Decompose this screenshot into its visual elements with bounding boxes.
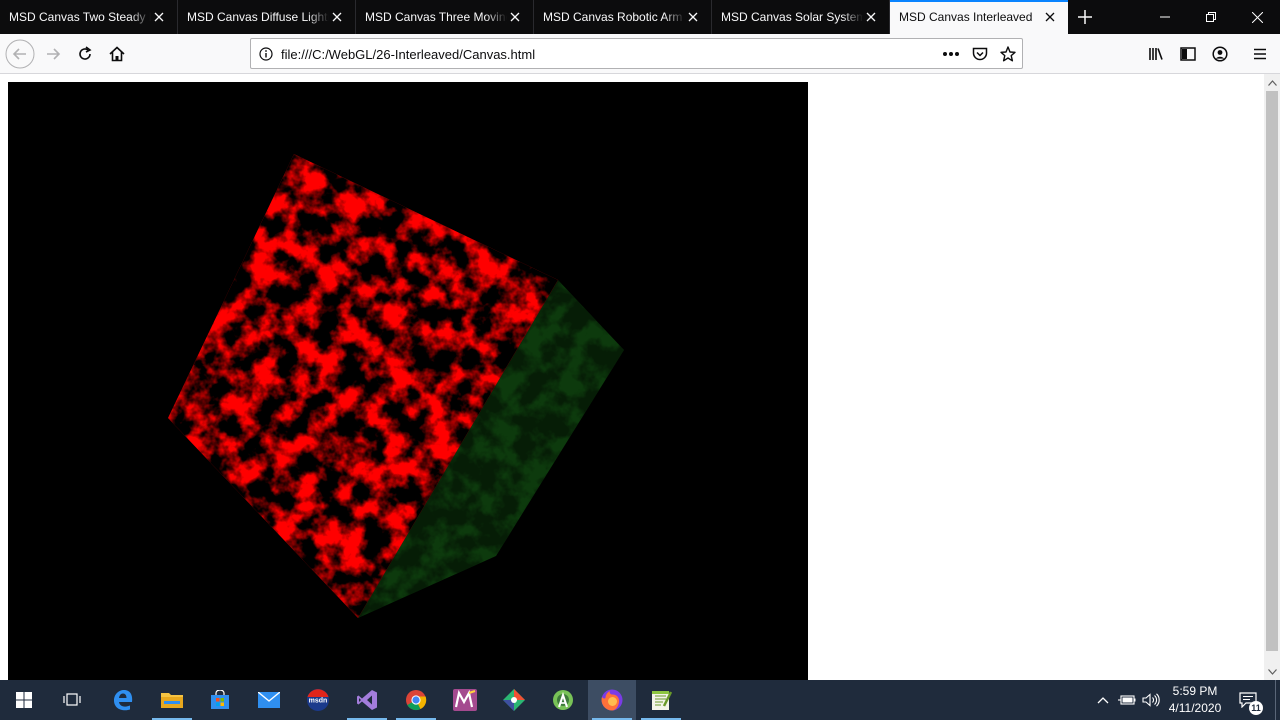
tab-label: MSD Canvas Diffuse Lighting [187, 10, 329, 24]
msdn-icon: msdn [307, 689, 329, 711]
mail-button[interactable] [245, 680, 293, 720]
forward-icon [47, 48, 61, 60]
tab-three-moving-lights[interactable]: MSD Canvas Three Moving Lights [356, 0, 534, 34]
navigation-toolbar: file:///C:/WebGL/26-Interleaved/Canvas.h… [0, 34, 1280, 74]
chrome-icon [406, 690, 427, 711]
battery-plug-icon [1118, 695, 1136, 705]
chrome-button[interactable] [392, 680, 440, 720]
volume-button[interactable] [1141, 690, 1161, 710]
library-button[interactable] [1140, 38, 1172, 70]
notepadpp-button[interactable] [637, 680, 685, 720]
close-icon [1251, 11, 1263, 23]
menu-button[interactable] [1244, 38, 1276, 70]
android-studio-icon [553, 690, 573, 710]
back-button[interactable] [4, 38, 36, 70]
webgl-canvas[interactable] [8, 82, 808, 680]
tab-label: MSD Canvas Two Steady Lights [9, 10, 151, 24]
chevron-up-icon [1097, 697, 1109, 704]
home-button[interactable] [101, 38, 133, 70]
windows-start-icon [16, 692, 32, 708]
menu-icon [1254, 48, 1266, 60]
notification-count-badge: 11 [1249, 701, 1263, 715]
git-icon [503, 689, 525, 711]
notepadpp-icon [652, 691, 672, 710]
close-tab-icon[interactable] [865, 11, 877, 23]
scrollbar-thumb[interactable] [1266, 91, 1278, 651]
minimize-icon [1160, 16, 1170, 18]
task-view-icon [63, 693, 81, 706]
info-icon[interactable] [257, 45, 275, 63]
close-tab-icon[interactable] [153, 11, 165, 23]
power-button[interactable] [1117, 690, 1137, 710]
close-tab-icon[interactable] [331, 11, 343, 23]
tab-two-steady-lights[interactable]: MSD Canvas Two Steady Lights [0, 0, 178, 34]
close-tab-icon[interactable] [687, 11, 699, 23]
clock-time: 5:59 PM [1172, 684, 1218, 698]
volume-icon [1142, 693, 1160, 707]
tab-solar-system[interactable]: MSD Canvas Solar System [712, 0, 890, 34]
store-icon [211, 690, 229, 709]
account-button[interactable] [1204, 38, 1236, 70]
url-text: file:///C:/WebGL/26-Interleaved/Canvas.h… [281, 47, 536, 62]
git-button[interactable] [490, 680, 538, 720]
tab-robotic-arm[interactable]: MSD Canvas Robotic Arm [534, 0, 712, 34]
file-explorer-button[interactable] [148, 680, 196, 720]
tab-label: MSD Canvas Interleaved [899, 10, 1033, 24]
firefox-button[interactable] [588, 680, 636, 720]
tab-diffuse-lighting[interactable]: MSD Canvas Diffuse Lighting [178, 0, 356, 34]
visual-studio-icon [357, 690, 377, 710]
msdn-label: msdn [309, 698, 328, 705]
reload-icon [79, 46, 92, 60]
tab-interleaved[interactable]: MSD Canvas Interleaved [890, 0, 1068, 34]
close-tab-icon[interactable] [1044, 11, 1056, 23]
close-window-button[interactable] [1234, 0, 1280, 34]
store-button[interactable] [196, 680, 244, 720]
edge-button[interactable] [99, 680, 147, 720]
plus-icon [1078, 10, 1092, 24]
reload-button[interactable] [69, 38, 101, 70]
firefox-icon [601, 689, 623, 711]
notepad-app-icon [453, 689, 477, 711]
bookmark-star-icon[interactable] [999, 45, 1017, 63]
visual-studio-button[interactable] [343, 680, 391, 720]
forward-button[interactable] [37, 38, 69, 70]
file-explorer-icon [161, 693, 183, 708]
clock-date: 4/11/2020 [1168, 701, 1222, 715]
mail-icon [258, 692, 280, 708]
tab-label: MSD Canvas Solar System [721, 10, 863, 24]
sidebar-button[interactable] [1172, 38, 1204, 70]
tab-strip: MSD Canvas Two Steady Lights MSD Canvas … [0, 0, 1280, 34]
tab-label: MSD Canvas Three Moving Lights [365, 10, 507, 24]
system-clock[interactable]: 5:59 PM 4/11/2020 [1164, 683, 1226, 717]
notepad-app-button[interactable] [441, 680, 489, 720]
new-tab-button[interactable] [1068, 0, 1102, 34]
scroll-down-arrow-icon[interactable] [1264, 663, 1280, 680]
sidebar-icon [1180, 47, 1196, 61]
scroll-up-arrow-icon[interactable] [1264, 74, 1280, 91]
vertical-scrollbar[interactable] [1264, 74, 1280, 680]
library-icon [1149, 48, 1163, 60]
start-button[interactable] [0, 680, 48, 720]
msdn-button[interactable]: msdn [294, 680, 342, 720]
account-icon [1212, 46, 1228, 62]
back-icon [5, 39, 35, 69]
restore-icon [1206, 12, 1216, 22]
home-icon [109, 46, 125, 62]
url-bar[interactable]: file:///C:/WebGL/26-Interleaved/Canvas.h… [250, 38, 1023, 69]
pocket-icon[interactable] [971, 45, 989, 63]
close-tab-icon[interactable] [509, 11, 521, 23]
task-view-button[interactable] [48, 680, 96, 720]
show-hidden-icons-button[interactable] [1093, 690, 1113, 710]
page-content [0, 74, 1264, 680]
show-desktop-button[interactable] [1275, 680, 1280, 720]
minimize-button[interactable] [1142, 0, 1188, 34]
page-actions-icon[interactable] [942, 45, 960, 63]
restore-button[interactable] [1188, 0, 1234, 34]
android-studio-button[interactable] [539, 680, 587, 720]
windows-taskbar: msdn 5:59 PM 4/11/2020 [0, 680, 1280, 720]
tab-label: MSD Canvas Robotic Arm [543, 10, 683, 24]
edge-icon [114, 690, 133, 711]
